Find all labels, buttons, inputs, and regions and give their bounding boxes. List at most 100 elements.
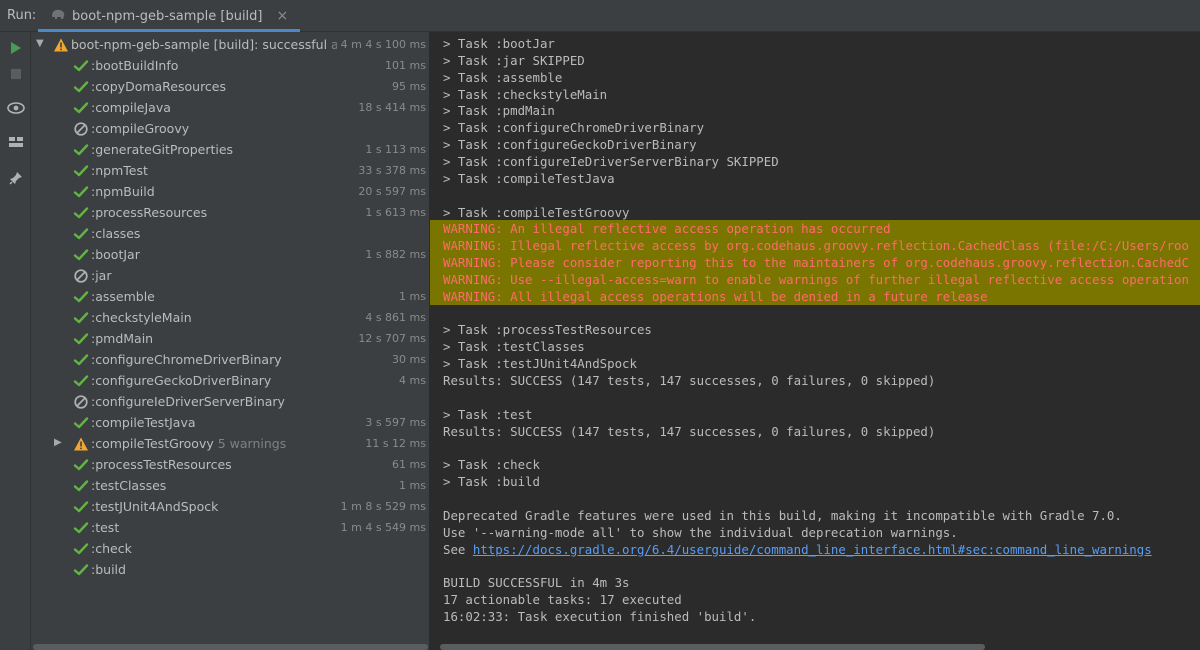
skipped-icon: [73, 121, 89, 137]
task-row[interactable]: :bootJar 1 s 882 ms: [31, 244, 429, 265]
check-icon: [73, 541, 89, 557]
task-name: :processResources: [91, 205, 208, 220]
task-row[interactable]: :generateGitProperties 1 s 113 ms: [31, 139, 429, 160]
console-line: > Task :processTestResources: [443, 322, 652, 338]
task-row[interactable]: :assemble 1 ms: [31, 286, 429, 307]
task-name: :check: [91, 541, 132, 556]
check-icon: [73, 310, 89, 326]
task-row[interactable]: :compileTestJava 3 s 597 ms: [31, 412, 429, 433]
task-row[interactable]: :processResources 1 s 613 ms: [31, 202, 429, 223]
task-row[interactable]: :configureGeckoDriverBinary 4 ms: [31, 370, 429, 391]
task-row[interactable]: :bootBuildInfo 101 ms: [31, 55, 429, 76]
docs-link[interactable]: https://docs.gradle.org/6.4/userguide/co…: [473, 542, 1152, 557]
console-line: > Task :jar SKIPPED: [443, 52, 585, 68]
task-row[interactable]: :build: [31, 559, 429, 580]
task-row[interactable]: :test 1 m 4 s 549 ms: [31, 517, 429, 538]
task-row[interactable]: :processTestResources 61 ms: [31, 454, 429, 475]
eye-icon[interactable]: [6, 98, 26, 118]
run-icon[interactable]: [6, 38, 26, 58]
task-name: :compileGroovy: [91, 121, 190, 136]
task-duration: 33 s 378 ms: [354, 164, 426, 177]
task-name: :configureIeDriverServerBinary: [91, 394, 285, 409]
console-line: Results: SUCCESS (147 tests, 147 success…: [443, 373, 936, 388]
check-icon: [73, 499, 89, 515]
task-row[interactable]: :compileJava 18 s 414 ms: [31, 97, 429, 118]
collapse-arrow-icon[interactable]: ▶: [54, 437, 64, 449]
check-icon: [73, 562, 89, 578]
task-name: :jar: [91, 268, 112, 283]
warning-icon: [53, 37, 69, 53]
check-icon: [73, 163, 89, 179]
task-row[interactable]: :configureChromeDriverBinary 30 ms: [31, 349, 429, 370]
task-row[interactable]: :check: [31, 538, 429, 559]
task-row[interactable]: :copyDomaResources 95 ms: [31, 76, 429, 97]
console-line: > Task :build: [443, 474, 540, 490]
task-name: :build: [91, 562, 126, 577]
task-duration: 1 ms: [395, 479, 426, 492]
task-name: :bootJar: [91, 247, 140, 262]
console-warning-line: WARNING: All illegal access operations w…: [430, 287, 1200, 305]
task-row[interactable]: :classes: [31, 223, 429, 244]
task-duration: 1 m 8 s 529 ms: [336, 500, 426, 513]
task-name: :compileTestJava: [91, 415, 196, 430]
check-icon: [73, 58, 89, 74]
task-name: :compileTestGroovy 5 warnings: [91, 436, 287, 451]
stop-icon[interactable]: [6, 64, 26, 84]
console-line: Use '--warning-mode all' to show the ind…: [443, 524, 958, 540]
task-row[interactable]: :compileGroovy: [31, 118, 429, 139]
task-name: :configureGeckoDriverBinary: [91, 373, 272, 388]
console-output[interactable]: > Task :bootJar > Task :jar SKIPPED > Task…: [430, 32, 1200, 650]
console-line: > Task :configureIeDriverServerBinary SK…: [443, 153, 779, 169]
task-duration: 12 s 707 ms: [354, 332, 426, 345]
run-label: Run:: [7, 8, 37, 23]
close-icon[interactable]: ×: [277, 8, 289, 24]
task-name: :npmBuild: [91, 184, 155, 199]
console-line: > Task :bootJar: [443, 36, 555, 51]
console-line: Deprecated Gradle features were used in …: [443, 507, 1122, 523]
check-icon: [73, 373, 89, 389]
console-line: BUILD SUCCESSFUL in 4m 3s: [443, 575, 630, 591]
task-name: :generateGitProperties: [91, 142, 234, 157]
console-warning-line: WARNING: Please consider reporting this …: [430, 254, 1200, 272]
task-name: :testClasses: [91, 478, 167, 493]
task-row[interactable]: :jar: [31, 265, 429, 286]
task-name: :copyDomaResources: [91, 79, 227, 94]
run-tab[interactable]: boot-npm-geb-sample [build] ×: [38, 0, 301, 32]
check-icon: [73, 520, 89, 536]
task-row[interactable]: ▶ :compileTestGroovy 5 warnings 11 s 12 ms: [31, 433, 429, 454]
task-duration: 4 m 4 s 100 ms: [336, 38, 426, 51]
console-warning-line: WARNING: An illegal reflective access op…: [430, 220, 1200, 238]
pin-icon[interactable]: [6, 168, 26, 188]
build-tree[interactable]: ▼ boot-npm-geb-sample [build]: successful…: [31, 32, 430, 650]
skipped-icon: [73, 268, 89, 284]
check-icon: [73, 289, 89, 305]
task-row[interactable]: :testClasses 1 ms: [31, 475, 429, 496]
check-icon: [73, 352, 89, 368]
task-row[interactable]: :npmTest 33 s 378 ms: [31, 160, 429, 181]
console-line: > Task :checkstyleMain: [443, 86, 608, 102]
task-row[interactable]: :configureIeDriverServerBinary: [31, 391, 429, 412]
task-row[interactable]: ▼ boot-npm-geb-sample [build]: successful…: [31, 34, 429, 55]
task-name: :checkstyleMain: [91, 310, 192, 325]
check-icon: [73, 205, 89, 221]
task-row[interactable]: :testJUnit4AndSpock 1 m 8 s 529 ms: [31, 496, 429, 517]
expand-arrow-icon[interactable]: ▼: [36, 38, 46, 50]
check-icon: [73, 457, 89, 473]
task-row[interactable]: :npmBuild 20 s 597 ms: [31, 181, 429, 202]
console-line: > Task :compileTestGroovy: [443, 204, 630, 220]
console-line: > Task :configureGeckoDriverBinary: [443, 137, 697, 153]
console-line: > Task :testClasses: [443, 339, 585, 355]
tree-scrollbar[interactable]: [33, 644, 428, 650]
task-row[interactable]: :pmdMain 12 s 707 ms: [31, 328, 429, 349]
layout-icon[interactable]: [6, 132, 26, 152]
console-scrollbar[interactable]: [440, 644, 985, 650]
console-line: > Task :test: [443, 406, 533, 422]
task-row[interactable]: :checkstyleMain 4 s 861 ms: [31, 307, 429, 328]
task-duration: 4 s 861 ms: [361, 311, 426, 324]
task-duration: 11 s 12 ms: [361, 437, 426, 450]
task-name: :testJUnit4AndSpock: [91, 499, 219, 514]
